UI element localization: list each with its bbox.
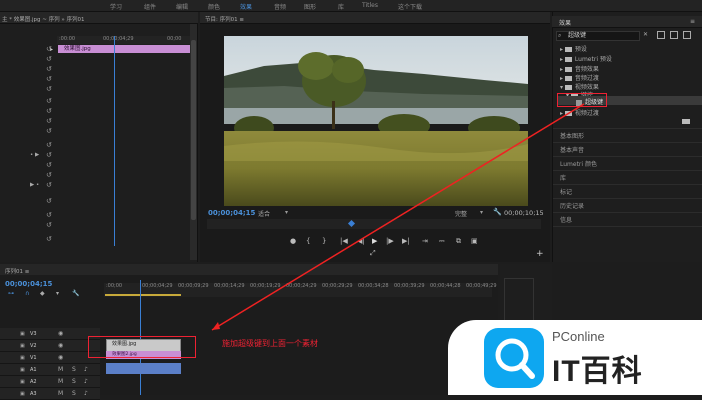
mic-icon[interactable]: ♪ xyxy=(84,366,88,373)
reset-icon[interactable]: ↺ xyxy=(46,142,52,149)
reset-icon[interactable]: ↺ xyxy=(46,56,52,63)
lock-icon[interactable]: ▣ xyxy=(20,343,25,349)
watermark-logo-text: IT百科 xyxy=(552,355,643,388)
solo-icon[interactable]: S xyxy=(72,366,76,373)
mute-icon[interactable]: M xyxy=(58,378,63,385)
reset-icon[interactable]: ↺ xyxy=(46,66,52,73)
lock-icon[interactable]: ▣ xyxy=(20,355,25,361)
reset-icon[interactable]: ↺ xyxy=(46,162,52,169)
reset-icon[interactable]: ↺ xyxy=(46,46,52,53)
track-label[interactable]: V1 xyxy=(30,355,37,361)
track-label[interactable]: V3 xyxy=(30,331,37,337)
reset-icon[interactable]: ↺ xyxy=(46,152,52,159)
lock-icon[interactable]: ▣ xyxy=(20,379,25,385)
pconline-logo-icon xyxy=(484,328,544,388)
reset-icon[interactable]: ↺ xyxy=(46,222,52,229)
solo-icon[interactable]: S xyxy=(72,390,76,397)
eye-icon[interactable]: ◉ xyxy=(58,330,63,337)
eye-icon[interactable]: ◉ xyxy=(58,354,63,361)
reset-icon[interactable]: ↺ xyxy=(46,182,52,189)
lock-icon[interactable]: ▣ xyxy=(20,367,25,373)
reset-icon[interactable]: ↺ xyxy=(46,118,52,125)
lock-icon[interactable]: ▣ xyxy=(20,391,25,397)
reset-icon[interactable]: ↺ xyxy=(46,86,52,93)
reset-icon[interactable]: ↺ xyxy=(46,212,52,219)
mute-icon[interactable]: M xyxy=(58,390,63,397)
mic-icon[interactable]: ♪ xyxy=(84,390,88,397)
reset-icon[interactable]: ↺ xyxy=(46,172,52,179)
eye-icon[interactable]: ◉ xyxy=(58,342,63,349)
track-label[interactable]: A2 xyxy=(30,379,37,385)
reset-icon[interactable]: ↺ xyxy=(46,198,52,205)
reset-icon[interactable]: ↺ xyxy=(46,128,52,135)
track-label[interactable]: V2 xyxy=(30,343,37,349)
reset-icon[interactable]: ↺ xyxy=(46,108,52,115)
mute-icon[interactable]: M xyxy=(58,366,63,373)
track-label[interactable]: A1 xyxy=(30,367,37,373)
solo-icon[interactable]: S xyxy=(72,378,76,385)
lock-icon[interactable]: ▣ xyxy=(20,331,25,337)
track-label[interactable]: A3 xyxy=(30,391,37,397)
watermark-brand: PConline xyxy=(552,329,605,344)
mic-icon[interactable]: ♪ xyxy=(84,378,88,385)
reset-icon[interactable]: ↺ xyxy=(46,98,52,105)
reset-icon[interactable]: ↺ xyxy=(46,236,52,243)
reset-icon[interactable]: ↺ xyxy=(46,76,52,83)
